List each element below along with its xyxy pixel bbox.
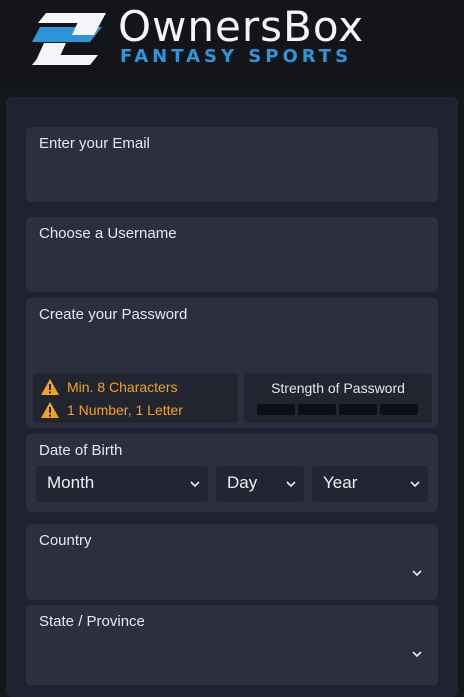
email-label: Enter your Email [39,135,150,152]
country-label: Country [39,532,92,549]
chevron-down-icon [412,570,422,577]
password-strength-meter: Strength of Password [244,373,432,423]
requirement-length-text: Min. 8 Characters [67,379,178,395]
strength-segment [257,404,295,415]
brand-name: OwnersBox [118,2,365,51]
chevron-down-icon [410,481,420,488]
state-label: State / Province [39,613,145,630]
requirement-number-letter-text: 1 Number, 1 Letter [67,402,183,418]
strength-label: Strength of Password [271,380,405,396]
ownersbox-logo-icon [32,13,106,65]
country-select[interactable]: Country [26,524,438,600]
requirement-number-letter: 1 Number, 1 Letter [41,402,183,418]
strength-bars [257,404,418,415]
email-field[interactable]: Enter your Email [26,127,438,202]
dob-label: Date of Birth [39,442,123,459]
password-requirements: Min. 8 Characters 1 Number, 1 Letter [33,373,238,423]
warning-icon [41,379,59,395]
chevron-down-icon [412,651,422,658]
username-field[interactable]: Choose a Username [26,217,438,292]
username-label: Choose a Username [39,225,177,242]
day-value: Day [227,473,258,492]
strength-segment [380,404,418,415]
password-label: Create your Password [39,306,188,323]
month-select[interactable]: Month [36,466,208,502]
requirement-length: Min. 8 Characters [41,379,177,395]
brand-tagline: FANTASY SPORTS [120,46,353,67]
month-value: Month [47,473,95,492]
chevron-down-icon [190,481,200,488]
chevron-down-icon [286,481,296,488]
strength-segment [298,404,336,415]
state-province-select[interactable]: State / Province [26,605,438,685]
year-value: Year [323,473,358,492]
day-select[interactable]: Day [216,466,304,502]
strength-segment [339,404,377,415]
year-select[interactable]: Year [312,466,428,502]
warning-icon [41,402,59,418]
app-header: OwnersBox FANTASY SPORTS [0,0,464,92]
